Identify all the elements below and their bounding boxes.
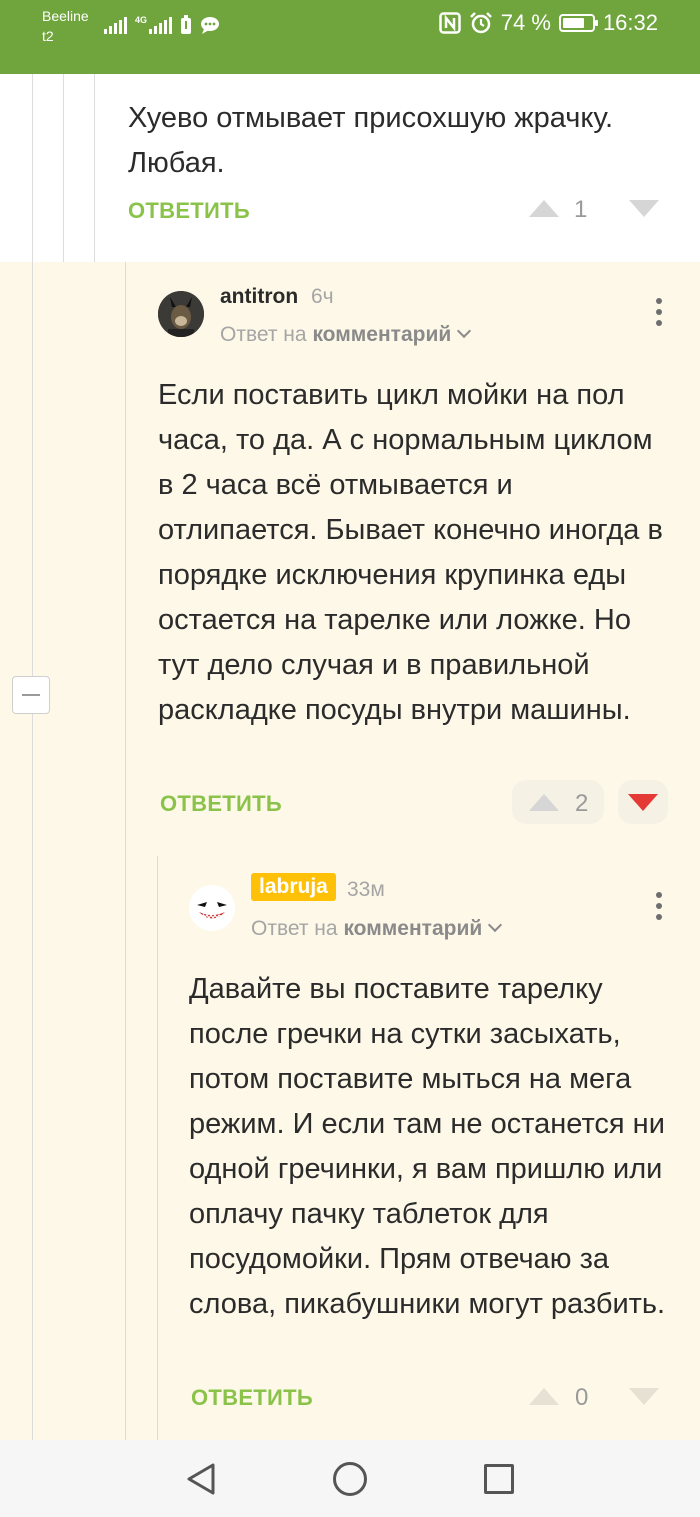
reply-to-prefix: Ответ на [251,917,338,940]
signal-4g-icon: 4G [135,16,173,34]
username[interactable]: antitron [220,285,298,309]
carrier-line-2: t2 [42,28,54,44]
status-bar: Beeline t2 4G 74 % 16:32 [0,0,700,74]
battery-fill [562,18,584,28]
more-options-button[interactable] [655,298,663,326]
arrow-up-icon [529,793,559,811]
downvote-button[interactable] [628,192,660,224]
collapse-thread-button[interactable] [12,676,50,714]
upvote-button[interactable] [528,786,560,818]
back-icon[interactable] [185,1462,217,1496]
more-options-button[interactable] [655,892,663,920]
alarm-icon [469,12,492,34]
status-right: 74 % 16:32 [439,10,658,36]
arrow-up-icon [529,1387,559,1405]
rating-count: 1 [574,196,588,223]
rating-count: 2 [575,790,589,817]
chat-bubble-icon [201,17,220,34]
nfc-icon [439,12,461,34]
upvote-button[interactable] [528,1380,560,1412]
battery-icon [558,14,598,32]
avatar-image [189,885,235,931]
comment-text: Если поставить цикл мойки на пол часа, т… [158,379,663,726]
battery-percent: 74 % [500,10,551,35]
downvote-button-active[interactable] [627,786,659,818]
chevron-down-icon [488,917,503,933]
home-icon[interactable] [333,1462,367,1496]
reply-to-prefix: Ответ на [220,323,307,346]
reply-button[interactable]: ОТВЕТИТЬ [160,791,282,817]
arrow-down-icon [629,1387,659,1405]
arrow-down-icon [628,793,658,811]
minus-icon [22,694,40,696]
comment-text: Хуево отмывает присохшую жрачку. Любая. [128,102,614,179]
comment-time: 6ч [311,285,334,308]
network-icons: 4G [104,12,220,38]
username[interactable]: labruja [251,873,336,901]
reply-to-target: комментарий [312,323,452,346]
reply-to-target: комментарий [343,917,483,940]
comment-time: 33м [347,878,385,901]
avatar-image [158,291,204,337]
reply-to-link[interactable]: Ответ на комментарий [220,323,472,347]
recent-apps-icon[interactable] [484,1464,514,1494]
battery-saver-icon [181,15,192,34]
signal-icon [104,16,127,34]
reply-to-link[interactable]: Ответ на комментарий [251,917,503,941]
arrow-down-icon [629,199,659,217]
arrow-up-icon [529,199,559,217]
downvote-button[interactable] [628,1380,660,1412]
upvote-button[interactable] [528,192,560,224]
chevron-down-icon [457,323,472,339]
rating-count: 0 [575,1384,589,1411]
comment-text: Давайте вы поставите тарелку после гречк… [189,973,666,1320]
comment-1: Хуево отмывает присохшую жрачку. Любая. … [0,74,700,262]
system-nav-bar [0,1440,700,1517]
avatar[interactable] [158,291,204,337]
avatar[interactable] [189,885,235,931]
reply-button[interactable]: ОТВЕТИТЬ [191,1385,313,1411]
reply-button[interactable]: ОТВЕТИТЬ [128,198,250,224]
carrier-line-1: Beeline [42,8,89,24]
carrier-label: Beeline t2 [42,6,89,46]
status-time: 16:32 [602,10,658,35]
